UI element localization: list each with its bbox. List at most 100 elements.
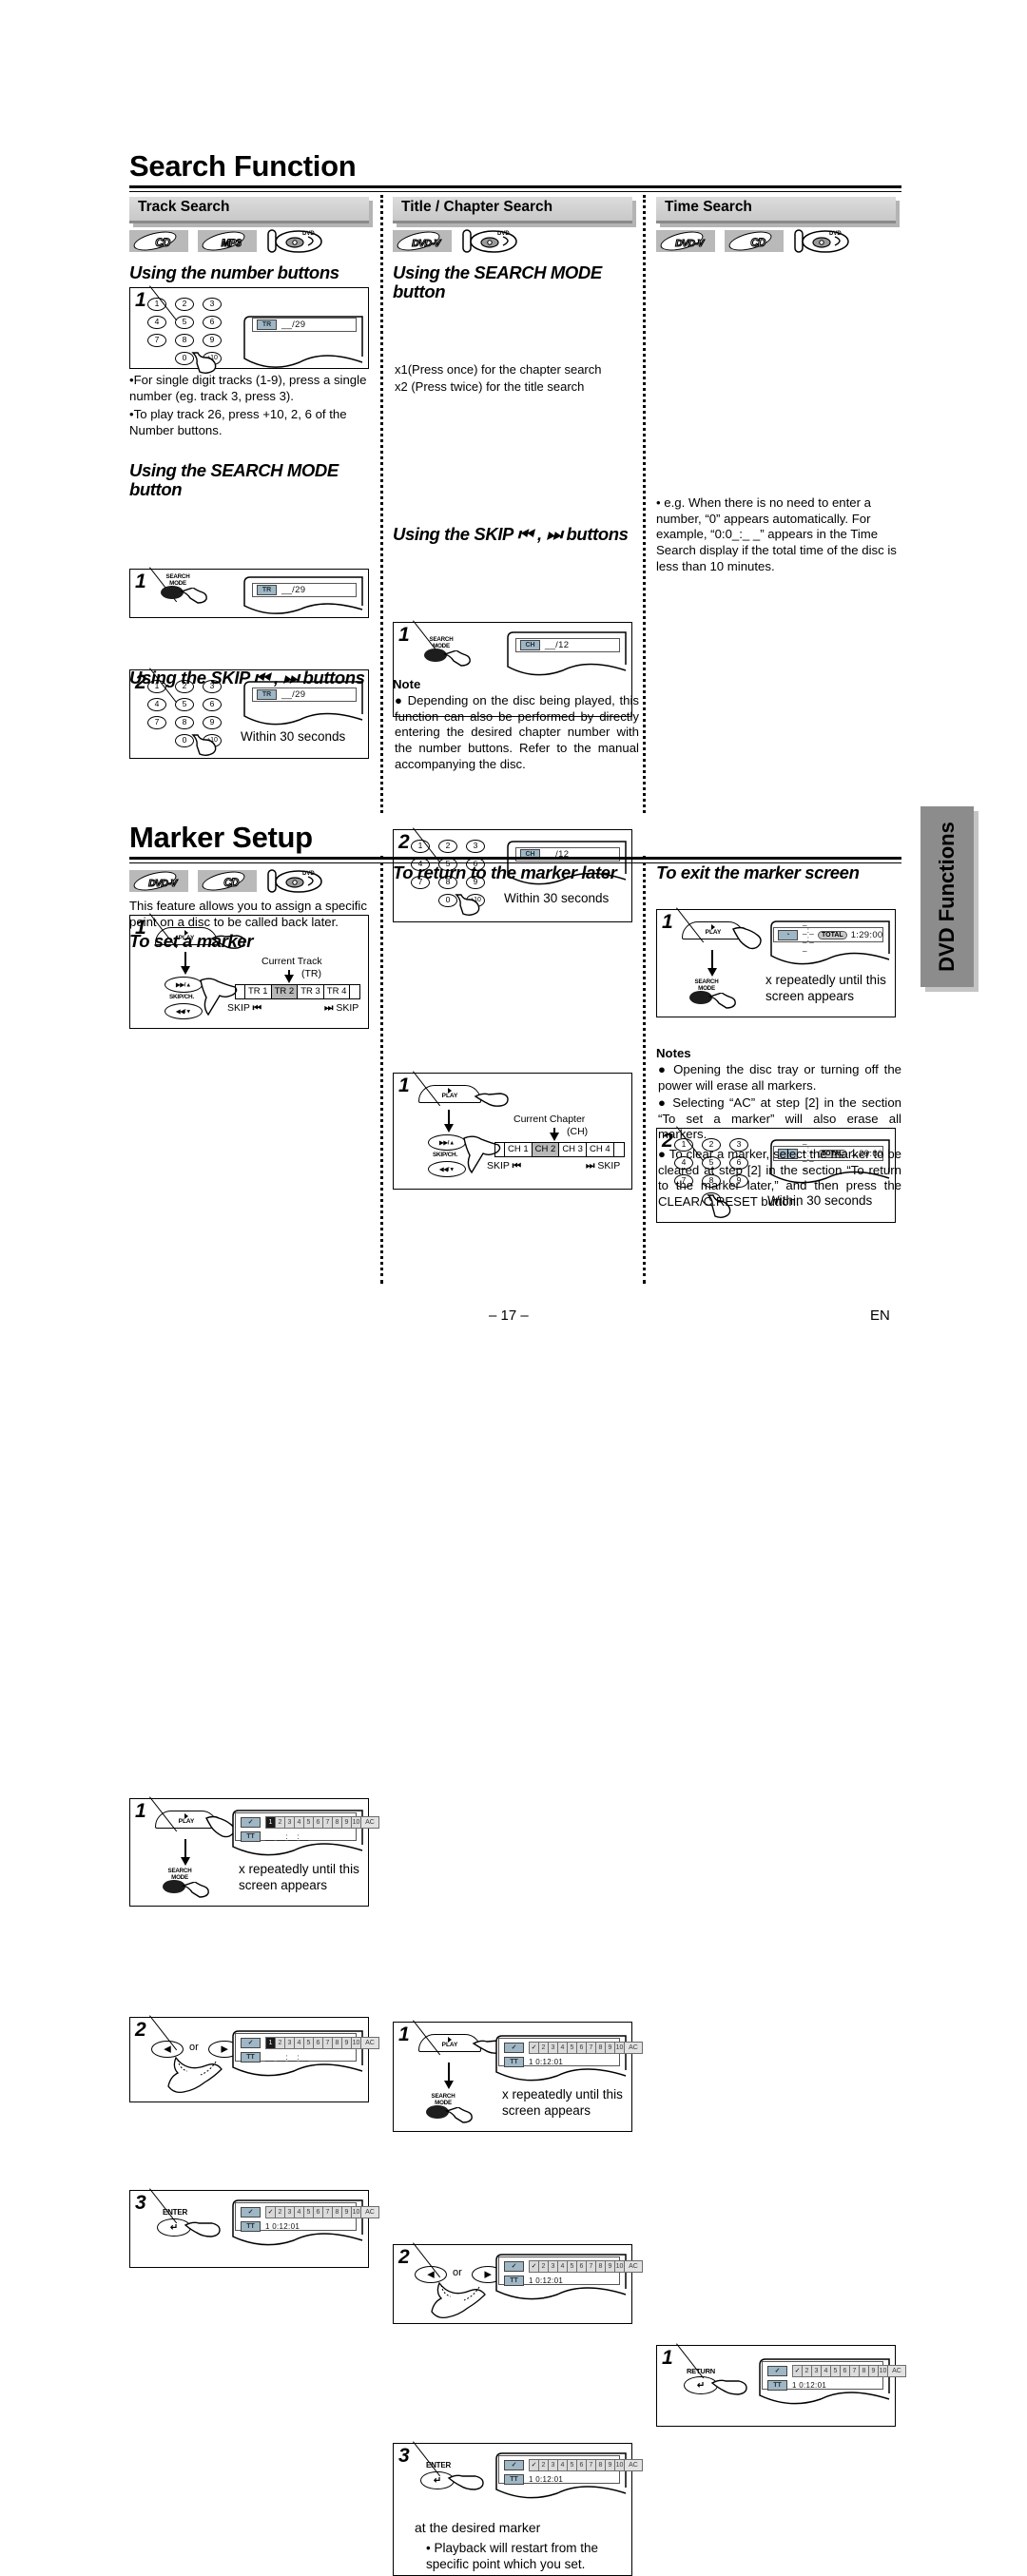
- osd-tag-tt: TT: [241, 2052, 261, 2063]
- osd-display-exit-1: ✓ ✓ 2 3 4 5 6 7 8 9 10 AC TT 1 0:12:01: [762, 2361, 906, 2391]
- svg-text:DVD: DVD: [497, 231, 510, 237]
- down-arrow-icon: [181, 1839, 190, 1866]
- subhead-search-mode-track: Using the SEARCH MODE button: [129, 460, 339, 499]
- page-number: – 17 –: [489, 1307, 529, 1324]
- marker-time-row: TT __ __:__:__: [241, 2052, 351, 2063]
- subhead-skip-chapter: Using the SKIP ⏮ , ⏭ buttons: [393, 524, 629, 544]
- key-9[interactable]: 9: [203, 334, 222, 347]
- side-tab-dvd-functions: DVD Functions: [920, 806, 974, 987]
- key-5[interactable]: 5: [175, 316, 194, 329]
- osd-tag-tt: TT: [504, 2474, 524, 2485]
- marker-cell-ac[interactable]: AC: [624, 2042, 643, 2054]
- marker-time: 1 0:12:01: [265, 2222, 300, 2231]
- key-1[interactable]: 1: [147, 298, 166, 311]
- key-8[interactable]: 8: [175, 716, 194, 729]
- subhead-skip-track: Using the SKIP ⏮ , ⏭ buttons: [129, 668, 365, 688]
- section-header-track-search: Track Search: [129, 197, 369, 223]
- check-icon: ✓: [241, 2207, 261, 2218]
- track-cell: TR 3: [298, 985, 324, 998]
- hand-pointer-icon: [708, 993, 736, 1009]
- column-divider-1: [380, 195, 383, 813]
- marker-cell-ac[interactable]: AC: [887, 2365, 906, 2377]
- tv-screen-cutout: [770, 920, 890, 965]
- marker-time: __ __:__:__: [265, 2053, 309, 2062]
- osd-tag-tt: TT: [241, 1831, 261, 1842]
- step-number: 1: [398, 624, 410, 646]
- step-number: 1: [662, 2347, 673, 2369]
- key-9[interactable]: 9: [203, 716, 222, 729]
- step-box-chapter-skip-1: 1 PLAY ▶▶/▲ ◀◀/▼ SKIP/CH. Current Chapte…: [393, 1073, 632, 1190]
- play-button[interactable]: PLAY: [418, 1085, 481, 1103]
- chapter-cell: CH 4: [587, 1143, 614, 1156]
- disc-badge-cd: CD: [725, 227, 784, 255]
- step-box-returnmarker-3: 3 ENTER ↵ ✓ ✓ 2 3 4 5 6 7 8 9 10 AC TT 1…: [393, 2443, 643, 2576]
- key-7[interactable]: 7: [147, 334, 166, 347]
- side-tab-label: DVD Functions: [935, 822, 959, 972]
- tv-screen-cutout: [507, 631, 627, 676]
- osd-value: _ _:_ _:_ _: [803, 918, 815, 952]
- play-label: PLAY: [441, 1093, 458, 1099]
- disc-badge-cd: CD: [129, 227, 188, 255]
- chapter-cell: CH 3: [559, 1143, 587, 1156]
- marker-cell-row: ✓ ✓ 2 3 4 5 6 7 8 9 10 AC: [241, 2206, 379, 2218]
- search-mode-label: SEARCH MODE: [431, 2093, 455, 2106]
- disc-badge-dvdv: DVD-V: [656, 227, 715, 255]
- check-icon: ✓: [767, 2366, 787, 2376]
- check-icon: ✓: [504, 2261, 524, 2272]
- step-number: 3: [398, 2445, 410, 2467]
- disc-badges-track-search: CD MP3 DVD: [129, 227, 325, 255]
- key-7[interactable]: 7: [147, 716, 166, 729]
- column-divider-3: [380, 856, 383, 1284]
- marker-cell-ac[interactable]: AC: [360, 2206, 379, 2218]
- skip-left-label: SKIP ⏮: [487, 1160, 522, 1172]
- key-4[interactable]: 4: [147, 698, 166, 711]
- step-box-setmarker-2: 2 ◀ or ▶ ✓ 1 2 3 4 5 6 7 8 9 10 AC TT __…: [129, 2017, 379, 2102]
- title-rule: [129, 185, 901, 192]
- osd-tag: TR: [257, 689, 277, 700]
- key-8[interactable]: 8: [175, 334, 194, 347]
- marker-cell-row: ✓ 1 2 3 4 5 6 7 8 9 10 AC: [241, 2037, 379, 2049]
- key-4[interactable]: 4: [147, 316, 166, 329]
- hand-pointer-icon: [443, 650, 471, 667]
- hand-pointer-icon: [191, 734, 217, 756]
- chapter-note-head: Note: [393, 677, 421, 691]
- marker-cell-row: ✓ ✓ 2 3 4 5 6 7 8 9 10 AC: [504, 2459, 643, 2471]
- disc-badges-time-search: DVD-V CD DVD: [656, 227, 852, 255]
- disc-badge-dvd-disc-2: DVD: [461, 228, 520, 254]
- key-3[interactable]: 3: [203, 298, 222, 311]
- manual-page: Search Function Track Search CD MP3 DVD: [0, 0, 1027, 2576]
- step-note-within30: Within 30 seconds: [504, 891, 610, 905]
- hand-pointer-icon: [455, 894, 480, 916]
- key-6[interactable]: 6: [203, 698, 222, 711]
- marker-note-2: ● Selecting “AC” at step [2] in the sect…: [658, 1095, 901, 1142]
- marker-cell-ac[interactable]: AC: [360, 2037, 379, 2049]
- key-2[interactable]: 2: [175, 298, 194, 311]
- subhead-exit-marker: To exit the marker screen: [656, 862, 860, 882]
- disc-badge-dvd-disc-3: DVD: [793, 228, 852, 254]
- marker-intro: This feature allows you to assign a spec…: [129, 899, 367, 929]
- track-cell-current: TR 2: [271, 985, 299, 998]
- marker-time-row: TT 1 0:12:01: [504, 2057, 614, 2067]
- svg-text:DVD: DVD: [302, 231, 315, 237]
- step-box-returnmarker-2: 2 ◀ or ▶ ✓ ✓ 2 3 4 5 6 7 8 9 10 AC TT 1 …: [393, 2244, 643, 2324]
- enter-label: ENTER: [425, 2461, 452, 2469]
- page-title-search: Search Function: [129, 149, 901, 192]
- marker-time: __ __:__:__: [265, 1832, 309, 1841]
- osd-tag-tt: TT: [241, 2221, 261, 2232]
- skip-left-label: SKIP ⏮: [227, 1002, 262, 1014]
- marker-cell-ac[interactable]: AC: [624, 2459, 643, 2471]
- key-5[interactable]: 5: [175, 698, 194, 711]
- osd-display-marker-2: ✓ 1 2 3 4 5 6 7 8 9 10 AC TT __ __:__:__: [235, 2033, 379, 2063]
- step-note-repeat: x repeatedly until this screen appears: [502, 2087, 623, 2118]
- disc-badges-marker: DVD-V CD DVD: [129, 867, 325, 895]
- check-icon: ✓: [241, 1817, 261, 1828]
- marker-cell-ac[interactable]: AC: [624, 2260, 643, 2273]
- osd-display-marker-1: ✓ 1 2 3 4 5 6 7 8 9 10 AC TT __ __:__:__: [235, 1812, 379, 1842]
- chapter-note-body: ● Depending on the disc being played, th…: [395, 693, 639, 771]
- svg-text:DVD: DVD: [829, 231, 842, 237]
- search-mode-label: SEARCH MODE: [165, 573, 190, 587]
- key-6[interactable]: 6: [203, 316, 222, 329]
- marker-cell-ac[interactable]: AC: [360, 1816, 379, 1829]
- osd-tag-tt: TT: [504, 2057, 524, 2067]
- disc-badge-mp3: MP3: [198, 227, 257, 255]
